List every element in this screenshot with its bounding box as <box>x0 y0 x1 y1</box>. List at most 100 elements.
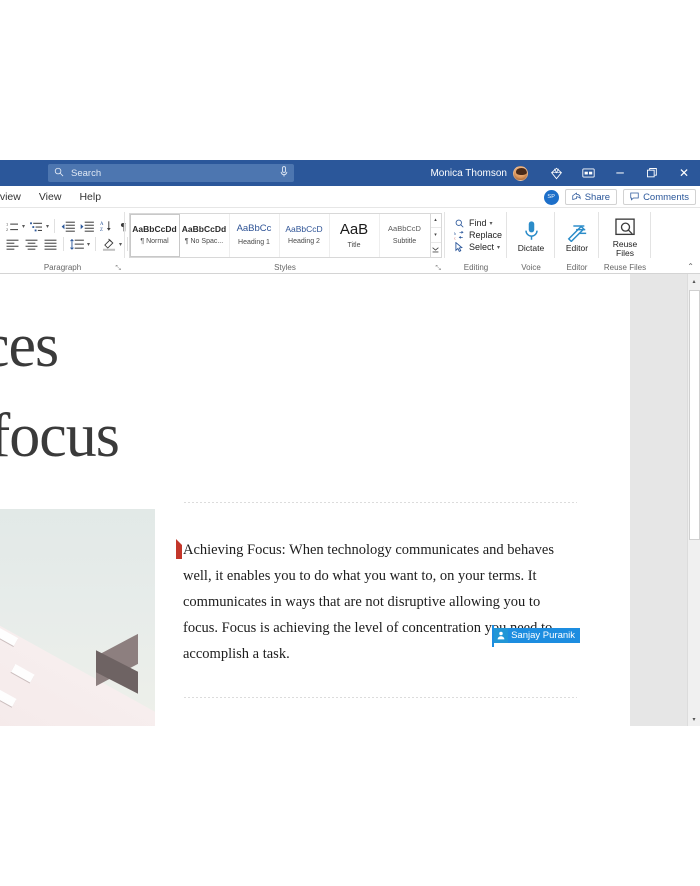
tab-review[interactable]: eview <box>0 186 30 208</box>
style-label: ¶ No Spac... <box>184 238 224 246</box>
group-label-styles: Styles <box>274 263 296 272</box>
svg-text:b: b <box>454 232 456 236</box>
comments-button[interactable]: Comments <box>623 189 696 205</box>
chevron-down-icon[interactable]: ▾ <box>490 220 493 227</box>
tab-view[interactable]: View <box>30 186 71 208</box>
comments-label: Comments <box>643 191 689 203</box>
line-spacing-icon[interactable] <box>69 237 85 252</box>
search-input[interactable]: Search <box>48 164 294 182</box>
coauthor-presence-flag[interactable]: Sanjay Puranik <box>492 625 580 647</box>
find-magnifier-icon <box>453 219 465 228</box>
style-heading-1[interactable]: AaBbCc Heading 1 <box>229 213 280 257</box>
group-label-paragraph: Paragraph <box>43 263 82 272</box>
tab-row-actions: SP Share Comments <box>543 186 696 208</box>
replace-icon: bc <box>453 230 465 240</box>
microphone-icon[interactable] <box>280 166 288 180</box>
collapse-ribbon-icon[interactable]: ⌃ <box>687 262 694 271</box>
svg-text:A: A <box>100 222 104 227</box>
scroll-up-button[interactable]: ▴ <box>688 274 700 288</box>
chevron-down-icon[interactable]: ▾ <box>87 241 90 248</box>
style-normal[interactable]: AaBbCcDd ¶ Normal <box>129 213 180 257</box>
find-button[interactable]: Find ▾ <box>453 218 502 228</box>
minimize-button[interactable]: ─ <box>604 160 636 186</box>
style-label: Heading 2 <box>288 238 320 246</box>
style-preview: AaBbCcDd <box>181 223 227 234</box>
styles-more-icon[interactable] <box>431 243 441 257</box>
style-preview: AaBbCcDd <box>132 223 177 234</box>
justify-icon[interactable] <box>42 237 58 252</box>
coauthor-caret <box>492 625 495 647</box>
subscription-diamond-icon[interactable] <box>540 160 572 186</box>
vertical-scrollbar[interactable]: ▴ ▾ <box>687 274 700 726</box>
microphone-icon <box>524 218 539 242</box>
share-label: Share <box>584 191 611 203</box>
group-label-voice: Voice <box>521 263 541 272</box>
style-title[interactable]: AaB Title <box>329 213 380 257</box>
ribbon-group-editor: Editor Editor <box>555 208 599 274</box>
divider <box>54 219 56 233</box>
increase-indent-icon[interactable] <box>79 219 95 234</box>
reuse-files-icon <box>614 214 636 238</box>
dotted-rule-top <box>183 502 577 503</box>
person-icon <box>494 628 509 643</box>
share-button[interactable]: Share <box>564 189 618 205</box>
multilevel-list-icon[interactable] <box>28 219 44 234</box>
reuse-files-button[interactable]: Reuse Files <box>604 212 646 259</box>
search-placeholder: Search <box>71 167 102 179</box>
photo-overlay <box>0 509 155 726</box>
document-headline-line2: ...r focus <box>0 402 120 470</box>
style-no-spacing[interactable]: AaBbCcDd ¶ No Spac... <box>179 213 230 257</box>
document-headline-line1: ...ences <box>0 312 59 380</box>
architecture-photo[interactable] <box>0 509 155 726</box>
numbered-list-icon[interactable]: 12 <box>4 219 20 234</box>
restore-button[interactable] <box>636 160 668 186</box>
select-button[interactable]: Select ▾ <box>453 242 502 252</box>
sort-icon[interactable]: AZ <box>98 219 114 234</box>
style-label: Heading 1 <box>238 238 270 246</box>
style-label: Title <box>347 241 361 249</box>
account-name[interactable]: Monica Thomson <box>430 168 507 179</box>
document-text-column: Achieving Focus: When technology communi… <box>176 502 580 698</box>
collaborator-avatar[interactable]: SP <box>543 189 559 205</box>
document-page[interactable]: ...ences ...r focus <box>0 274 630 726</box>
styles-gallery: AaBbCcDd ¶ Normal AaBbCcDd ¶ No Spac... … <box>128 212 442 258</box>
user-avatar[interactable] <box>513 165 528 181</box>
dictate-button[interactable]: Dictate <box>511 216 551 254</box>
ribbon-group-voice: Dictate Voice <box>507 208 555 274</box>
replace-button[interactable]: bc Replace <box>453 230 502 240</box>
svg-text:2: 2 <box>6 228 8 232</box>
tab-help[interactable]: Help <box>70 186 110 208</box>
scroll-down-button[interactable]: ▾ <box>688 712 700 726</box>
chevron-down-icon[interactable]: ▾ <box>22 223 25 230</box>
decrease-indent-icon[interactable] <box>60 219 76 234</box>
body-paragraph[interactable]: Achieving Focus: When technology communi… <box>176 537 580 667</box>
shading-icon[interactable] <box>101 237 117 252</box>
revision-cursor-marker <box>176 539 182 559</box>
scrollbar-thumb[interactable] <box>689 290 700 540</box>
close-button[interactable]: ✕ <box>668 160 700 186</box>
chevron-down-icon[interactable]: ▾ <box>46 223 49 230</box>
ribbon-group-paragraph: 12 ▾ ▾ A Z ¶ ▾ ▾ Paragraph ⤡ <box>0 208 154 274</box>
divider <box>63 237 64 251</box>
align-center-icon[interactable] <box>23 237 39 252</box>
chevron-down-icon[interactable]: ▾ <box>497 244 500 251</box>
ribbon-tab-row: eview View Help SP Share Comments <box>0 186 700 208</box>
ribbon-display-options-icon[interactable] <box>572 160 604 186</box>
paragraph-dialog-launcher[interactable]: ⤡ <box>115 265 121 273</box>
body-paragraph-text: Achieving Focus: When technology communi… <box>183 542 554 662</box>
style-subtitle[interactable]: AaBbCcD Subtitle <box>379 213 430 257</box>
style-heading-2[interactable]: AaBbCcD Heading 2 <box>279 213 330 257</box>
coauthor-name: Sanjay Puranik <box>508 628 580 643</box>
ribbon-group-styles: AaBbCcDd ¶ Normal AaBbCcDd ¶ No Spac... … <box>125 208 445 274</box>
scroll-up-icon[interactable]: ▴ <box>430 214 441 229</box>
divider <box>650 212 651 258</box>
styles-dialog-launcher[interactable]: ⤡ <box>435 265 441 273</box>
ribbon-group-reuse-files: Reuse Files Reuse Files <box>599 208 651 274</box>
scroll-down-icon[interactable]: ▾ <box>430 228 441 243</box>
title-bar: Search Monica Thomson ─ ✕ <box>0 160 700 186</box>
editor-button[interactable]: Editor <box>559 216 595 254</box>
styles-gallery-scrollbar[interactable]: ▴ ▾ <box>430 212 442 258</box>
chevron-down-icon[interactable]: ▾ <box>119 241 122 248</box>
align-left-icon[interactable] <box>4 237 20 252</box>
document-area: ...ences ...r focus <box>0 274 700 726</box>
